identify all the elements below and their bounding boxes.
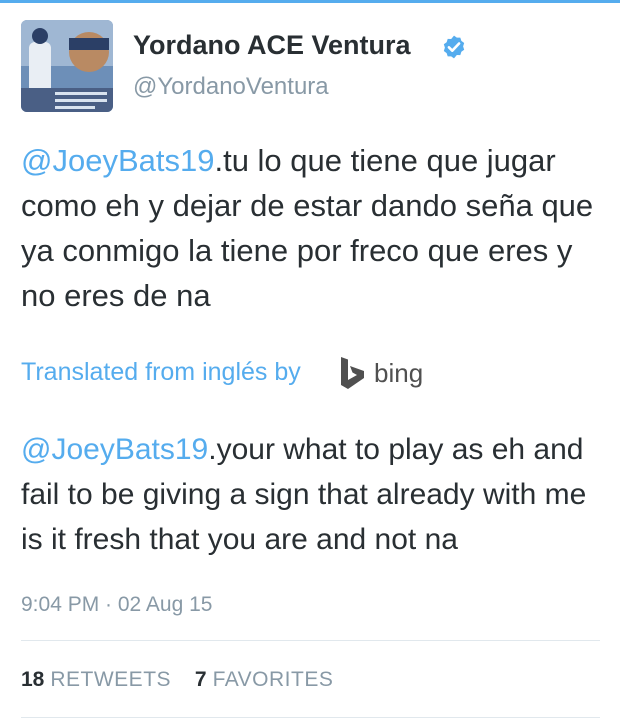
divider [21, 717, 600, 718]
retweets-stat[interactable]: 18 RETWEETS [21, 668, 171, 692]
translation-mention-link[interactable]: @JoeyBats19 [21, 433, 208, 466]
display-name[interactable]: Yordano ACE Ventura [133, 30, 411, 61]
user-handle[interactable]: @YordanoVentura [133, 73, 329, 101]
avatar-photo-icon [21, 20, 113, 112]
avatar[interactable] [21, 20, 113, 112]
favorites-stat[interactable]: 7 FAVORITES [195, 668, 334, 692]
retweets-label: RETWEETS [50, 668, 172, 691]
tweet-timestamp[interactable]: 9:04 PM · 02 Aug 15 [21, 593, 212, 617]
translated-from-label[interactable]: Translated from inglés by [21, 358, 301, 387]
verified-badge-icon [443, 35, 465, 59]
tweet-stats: 18 RETWEETS 7 FAVORITES [21, 668, 351, 692]
mention-link[interactable]: @JoeyBats19 [21, 143, 214, 178]
translation-text: @JoeyBats19.your what to play as eh and … [21, 427, 606, 562]
bing-provider: bing [374, 358, 424, 388]
favorites-count: 7 [194, 668, 207, 691]
bing-logo-icon [341, 357, 364, 389]
favorites-label: FAVORITES [212, 668, 334, 691]
top-accent-line [0, 0, 620, 3]
retweets-count: 18 [21, 668, 45, 691]
divider [21, 640, 600, 641]
tweet-text: @JoeyBats19.tu lo que tiene que jugar co… [21, 138, 601, 318]
